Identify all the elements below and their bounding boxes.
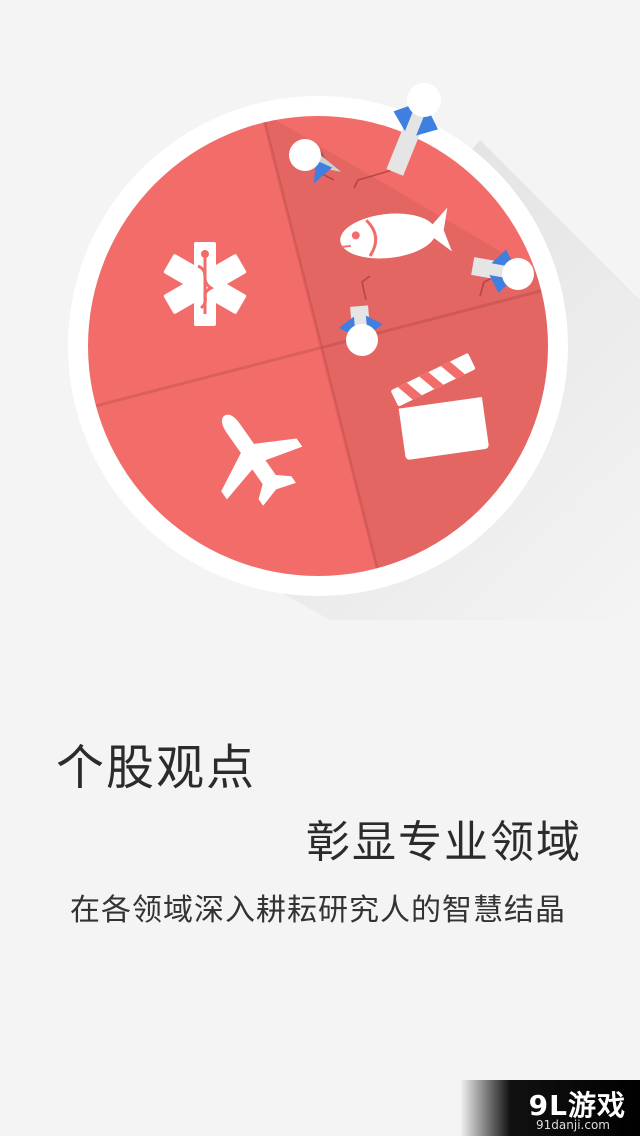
page-subtitle: 彰显专业领域 xyxy=(306,817,582,868)
watermark-url: 91danji.com xyxy=(536,1118,610,1132)
site-watermark: 9L游戏 91danji.com xyxy=(460,1080,640,1136)
topic-wheel-illustration xyxy=(68,83,640,620)
onboarding-page: 个股观点 彰显专业领域 在各领域深入耕耘研究人的智慧结晶 9L游戏 91danj… xyxy=(0,0,640,1136)
page-description: 在各领域深入耕耘研究人的智慧结晶 xyxy=(70,893,566,928)
page-title: 个股观点 xyxy=(56,740,257,796)
